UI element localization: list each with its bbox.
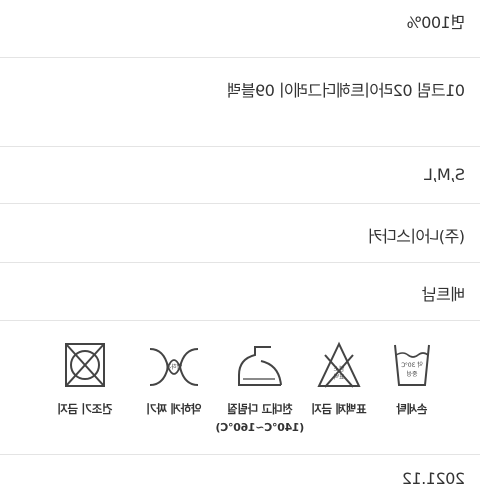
care-item-no-bleach: 염소 표백 표백제 금지 <box>294 341 384 417</box>
iron-label: 천대고 다림질 <box>227 402 293 416</box>
gentle-wring-icon-text: 약하게 <box>166 363 183 371</box>
manufacturer-row: (주)나이스다커 <box>0 204 480 263</box>
dry-clean-icon: 약하게 <box>149 348 199 386</box>
size-row: S,M,L <box>0 147 480 204</box>
manufacture-date-row: 2021.12 <box>0 455 480 495</box>
hand-wash-detergent-text: 중성 <box>406 370 417 378</box>
no-tumble-dry-label: 건조기 금지 <box>57 402 113 416</box>
hand-wash-temp-text: 약 30℃ <box>401 361 423 369</box>
care-item-no-tumble-dry: 건조기 금지 <box>40 341 130 417</box>
care-item-iron: 천대고 다림질 (140℃~160℃) <box>215 341 305 434</box>
country-row: 베트남 <box>0 263 480 321</box>
iron-icon <box>238 346 282 386</box>
no-tumble-dry-icon <box>65 343 105 387</box>
hand-wash-icon: 약 30℃ 중성 <box>394 344 430 386</box>
product-spec-table: 면100% 01크림 02라이트헤더그레이 09블랙 S,M,L (주)나이스다… <box>0 0 480 488</box>
manufacturer-value: (주)나이스다커 <box>368 227 465 246</box>
no-bleach-label: 표백제 금지 <box>311 402 367 416</box>
care-instructions-row: 약 30℃ 중성 손세탁 염소 표백 표백제 금지 천대고 다림질 (140℃~… <box>0 321 480 455</box>
size-value: S,M,L <box>424 165 465 184</box>
color-value: 01크림 02라이트헤더그레이 09블랙 <box>227 81 465 100</box>
material-value: 면100% <box>407 13 465 32</box>
no-bleach-text-1: 염소 <box>333 365 345 373</box>
gentle-wring-label: 약하게 짜기 <box>146 402 202 416</box>
manufacture-date-value: 2021.12 <box>402 469 465 488</box>
no-bleach-text-2: 표백 <box>333 373 344 381</box>
material-row: 면100% <box>0 0 480 58</box>
care-item-gentle-wring: 약하게 약하게 짜기 <box>129 341 219 417</box>
color-row: 01크림 02라이트헤더그레이 09블랙 <box>0 58 480 147</box>
country-value: 베트남 <box>422 285 465 304</box>
iron-temperature-range: (140℃~160℃) <box>215 421 305 434</box>
no-bleach-icon: 염소 표백 <box>317 341 361 388</box>
